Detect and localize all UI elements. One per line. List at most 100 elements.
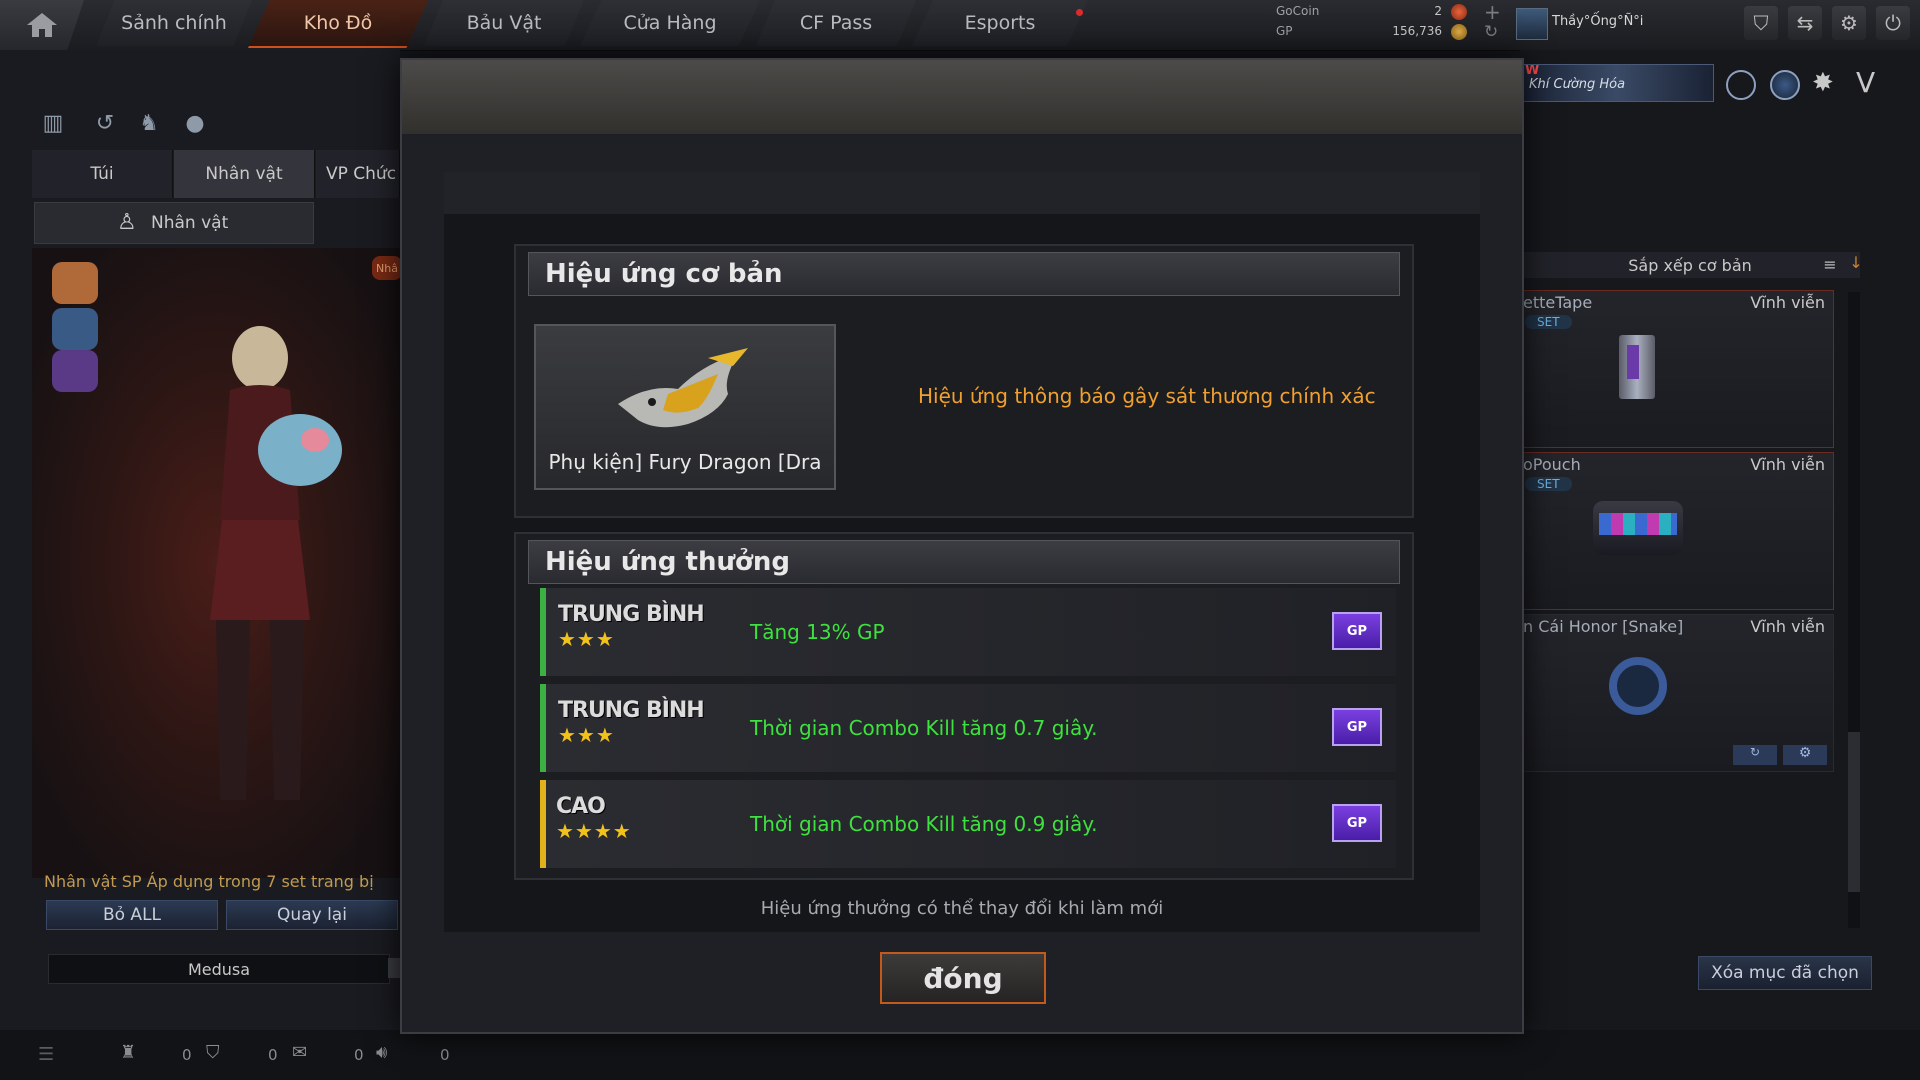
gp-label: GP [1276, 24, 1293, 38]
medal-icon[interactable]: ✸ [1812, 68, 1834, 98]
sort-down-icon[interactable]: ↓ [1846, 253, 1866, 273]
tab-label: Esports [964, 12, 1036, 34]
inventory-item[interactable]: etteTape Vĩnh viễn SET [1522, 290, 1834, 448]
home-icon [27, 13, 57, 37]
set-info-text: Nhân vật SP Áp dụng trong 7 set trang bị [44, 872, 374, 891]
back-button[interactable]: Quay lại [226, 900, 398, 930]
grade-stars: ★★★★ [556, 819, 632, 843]
item-name: etteTape [1523, 293, 1593, 312]
tab-lobby[interactable]: Sảnh chính [96, 0, 252, 46]
grade-name: TRUNG BÌNH [558, 698, 705, 723]
shield-icon: ⛉ [206, 1042, 220, 1063]
tab-bag[interactable]: Túi [32, 150, 173, 198]
top-nav-bar: Sảnh chính Kho Đồ Bảu Vật Cửa Hàng CF Pa… [0, 0, 1920, 51]
power-icon[interactable]: ⏻ [1876, 6, 1910, 40]
gp-refresh-button[interactable]: GP [1332, 804, 1382, 842]
character-model [210, 326, 342, 800]
sort-label: Sắp xếp cơ bản [1628, 255, 1752, 275]
chat-icon[interactable]: ✉ [292, 1042, 307, 1063]
tab-inventory[interactable]: Kho Đồ [248, 0, 428, 48]
bonus-effect-row: CAO ★★★★ Thời gian Combo Kill tăng 0.9 g… [540, 780, 1396, 868]
gp-label: GP [1346, 815, 1368, 831]
item-name: Phụ kiện] Fury Dragon [Dra [548, 450, 822, 474]
new-badge: W [1525, 64, 1540, 78]
dragon-item-image [618, 348, 748, 428]
list-icon[interactable]: ≡ [1820, 255, 1840, 275]
gp-label: GP [1346, 719, 1368, 735]
tab-label: Sảnh chính [121, 12, 227, 34]
inventory-item[interactable]: oPouch Vĩnh viễn SET [1522, 452, 1834, 610]
modal-header [402, 60, 1522, 134]
basic-effect-section: Hiệu ứng cơ bản Phụ kiện] Fury Dragon [D… [514, 244, 1414, 518]
character-name-field[interactable]: Medusa [48, 954, 390, 984]
effects-modal: Hiệu ứng cơ bản Phụ kiện] Fury Dragon [D… [400, 58, 1524, 1034]
home-button[interactable] [0, 0, 84, 50]
clear-selected-button[interactable]: Xóa mục đã chọn [1698, 956, 1872, 990]
speaker-icon[interactable]: 🔊︎ [376, 1042, 387, 1063]
inventory-item[interactable]: n Cái Honor [Snake] Vĩnh viễn ↻ ⚙ [1522, 614, 1834, 772]
item-name: n Cái Honor [Snake] [1523, 617, 1684, 636]
character-slot-icon[interactable] [52, 308, 98, 350]
gp-refresh-button[interactable]: GP [1332, 612, 1382, 650]
gp-refresh-button[interactable]: GP [1332, 708, 1382, 746]
gp-refresh-icon[interactable]: ↻ [1733, 745, 1777, 765]
item-preview: Phụ kiện] Fury Dragon [Dra [534, 324, 836, 490]
tab-treasure[interactable]: Bảu Vật [424, 0, 584, 46]
basic-effect-title: Hiệu ứng cơ bản [528, 252, 1400, 296]
sort-dropdown[interactable]: Sắp xếp cơ bản [1520, 252, 1860, 278]
item-image [1619, 335, 1655, 399]
item-duration: Vĩnh viễn [1750, 293, 1825, 312]
grade-label: TRUNG BÌNH ★★★ [558, 602, 705, 651]
pose-icon[interactable]: ♞ [132, 106, 166, 140]
promo-banner[interactable]: W Khí Cường Hóa [1520, 64, 1714, 102]
refresh-icon[interactable]: ↻ [1484, 22, 1498, 42]
bonus-effect-row: TRUNG BÌNH ★★★ Thời gian Combo Kill tăng… [540, 684, 1396, 772]
scroll-thumb[interactable] [1848, 732, 1860, 892]
gear-icon[interactable]: ⚙ [1783, 745, 1827, 765]
tab-vp-function[interactable]: VP Chức [316, 150, 400, 198]
gear-icon[interactable]: ⚙ [1832, 6, 1866, 40]
shield-count: 0 [268, 1046, 278, 1064]
add-character-icon: ♙ [117, 210, 137, 235]
character-slot-icon[interactable] [52, 350, 98, 392]
inventory-scrollbar[interactable] [1848, 292, 1860, 928]
item-duration: Vĩnh viễn [1750, 617, 1825, 636]
bonus-effect-title: Hiệu ứng thưởng [528, 540, 1400, 584]
chat-count: 0 [354, 1046, 364, 1064]
gp-value: 156,736 [1392, 24, 1442, 38]
v-logo-icon[interactable]: V [1856, 66, 1875, 99]
rotate-icon[interactable]: ↺ [88, 106, 122, 140]
tab-shop[interactable]: Cửa Hàng [580, 0, 760, 46]
character-slot-icon[interactable] [52, 262, 98, 304]
globe-icon[interactable] [1770, 70, 1800, 100]
remove-all-button[interactable]: Bỏ ALL [46, 900, 218, 930]
grenade-icon[interactable]: ● [178, 106, 212, 140]
tab-esports[interactable]: Esports [912, 0, 1088, 46]
close-button[interactable]: đóng [880, 952, 1046, 1004]
badge-icon[interactable] [1726, 70, 1756, 100]
promo-label: Khí Cường Hóa [1529, 77, 1626, 92]
grade-stars: ★★★ [558, 723, 615, 747]
clan-icon[interactable]: ⛉ [1744, 6, 1778, 40]
tab-cf-pass[interactable]: CF Pass [756, 0, 916, 46]
basic-effect-text: Hiệu ứng thông báo gây sát thương chính … [918, 384, 1376, 408]
item-image [1609, 657, 1667, 715]
menu-icon[interactable]: ☰ [38, 1044, 54, 1065]
username[interactable]: Thầy°Ống°Ñ°i [1552, 14, 1643, 29]
bottom-bar: ☰ ♜ 0 ⛉ 0 ✉ 0 🔊︎ 0 [0, 1030, 1920, 1080]
effect-text: Tăng 13% GP [750, 620, 885, 644]
grade-stars: ★★★ [558, 627, 615, 651]
podium-icon[interactable]: ▥ [36, 106, 70, 140]
gocoin-label: GoCoin [1276, 4, 1320, 18]
add-currency-icon[interactable]: + [1484, 0, 1501, 24]
tab-label: CF Pass [799, 12, 873, 34]
gp-label: GP [1346, 623, 1368, 639]
tab-character[interactable]: Nhân vật [174, 150, 315, 198]
grade-name: TRUNG BÌNH [558, 602, 705, 627]
tab-label: Túi [90, 164, 114, 184]
sub-tab-character[interactable]: ♙ Nhân vật [34, 202, 314, 244]
exchange-icon[interactable]: ⇆ [1788, 6, 1822, 40]
bonus-effect-section: Hiệu ứng thưởng TRUNG BÌNH ★★★ Tăng 13% … [514, 532, 1414, 880]
character-list-toggle[interactable] [388, 958, 400, 978]
set-badge: SET [1525, 477, 1572, 491]
